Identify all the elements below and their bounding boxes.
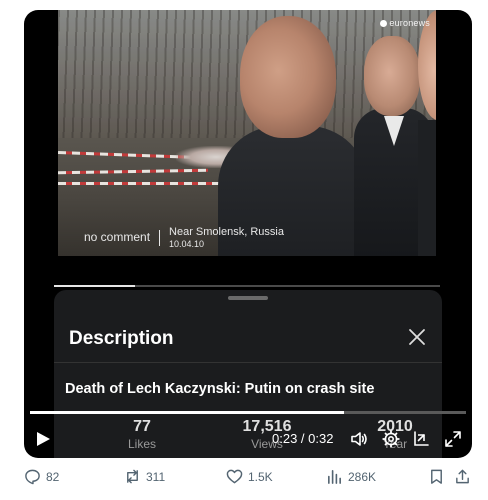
video-description: Death of Lech Kaczynski: Putin on crash … <box>65 381 375 397</box>
expand-icon <box>445 431 461 447</box>
like-button[interactable]: 1.5K <box>226 468 273 485</box>
reply-icon <box>25 469 40 485</box>
person-figure <box>418 10 436 256</box>
video-caption: no comment Near Smolensk, Russia 10.04.1… <box>84 226 284 249</box>
video-progress-bar[interactable] <box>30 411 466 414</box>
sheet-divider <box>54 362 442 363</box>
fullscreen-button[interactable] <box>444 430 462 448</box>
video-time: 0:23 / 0:32 <box>272 431 334 446</box>
views-count: 286K <box>348 469 377 484</box>
heart-icon <box>226 469 243 484</box>
repost-icon <box>127 469 138 484</box>
caption-separator <box>159 230 161 246</box>
settings-button[interactable] <box>382 430 400 448</box>
stat-value: 77 <box>133 418 151 435</box>
brand-text: euronews <box>389 18 430 28</box>
video-player[interactable]: euronews no comment Near Smolensk, Russi… <box>24 10 472 458</box>
share-button[interactable] <box>454 468 476 485</box>
tweet-actions: 82 311 1.5K 286K <box>24 466 472 490</box>
reply-button[interactable]: 82 <box>24 468 59 485</box>
video-progress-fill <box>30 411 344 414</box>
play-button[interactable] <box>35 431 51 447</box>
repost-count: 311 <box>146 469 166 484</box>
views-button[interactable]: 286K <box>326 468 376 485</box>
caption-location: Near Smolensk, Russia <box>169 226 284 238</box>
logo-globe-icon <box>380 20 388 27</box>
dock-icon <box>414 431 429 446</box>
like-count: 1.5K <box>248 469 273 484</box>
bookmark-icon <box>431 469 442 484</box>
reply-count: 82 <box>46 469 60 484</box>
sheet-title: Description <box>69 328 174 349</box>
repost-button[interactable]: 311 <box>124 468 165 485</box>
stat-likes: 77 Likes <box>108 418 176 451</box>
bookmark-button[interactable] <box>428 468 450 485</box>
analytics-icon <box>328 470 341 484</box>
picture-in-picture-button[interactable] <box>412 430 430 448</box>
tweet-media-view: euronews no comment Near Smolensk, Russi… <box>0 0 488 500</box>
channel-logo: euronews <box>380 18 430 28</box>
play-icon <box>37 432 50 446</box>
gear-icon <box>382 430 400 448</box>
video-buffer-fill <box>54 285 136 287</box>
close-icon[interactable] <box>406 326 428 348</box>
share-icon <box>456 469 469 484</box>
stat-label: Likes <box>127 437 156 451</box>
caption-show-name: no comment <box>84 230 151 244</box>
caption-date: 10.04.10 <box>169 239 205 249</box>
video-frame[interactable]: euronews <box>58 10 436 256</box>
volume-icon <box>351 432 367 446</box>
sheet-drag-handle[interactable] <box>228 296 268 300</box>
police-tape <box>58 182 233 185</box>
video-buffer-bar <box>54 285 440 287</box>
volume-button[interactable] <box>350 430 368 448</box>
person-figure <box>218 16 368 256</box>
